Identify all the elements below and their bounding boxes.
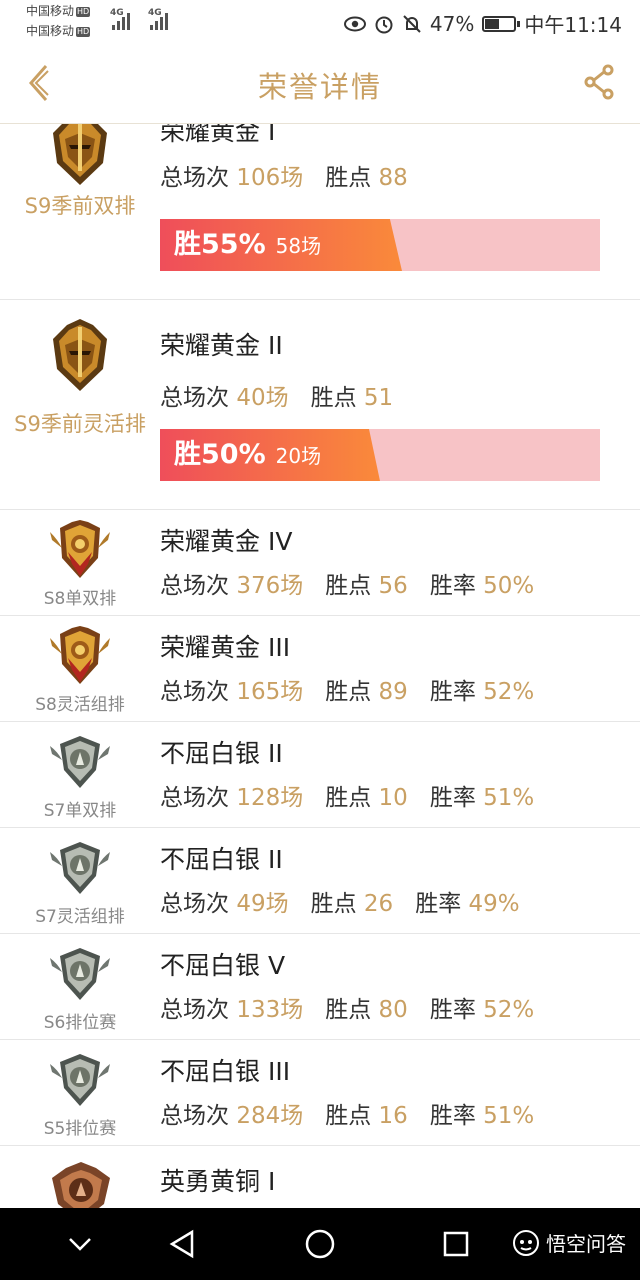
system-nav-bar: 悟空问答 — [0, 1208, 640, 1280]
stats-line: 总场次 128场 胜点 10 胜率 51% — [160, 785, 535, 811]
nav-back-button[interactable] — [164, 1226, 200, 1262]
list-item[interactable]: S7单双排 不屈白银 II 总场次 128场 胜点 10 胜率 51% — [0, 722, 640, 828]
stats-line: 总场次 376场 胜点 56 胜率 50% — [160, 573, 535, 599]
carrier-1: 中国移动 HD — [26, 4, 91, 18]
gold-helmet-badge-icon — [44, 124, 116, 190]
wukong-logo-icon — [513, 1229, 539, 1256]
list-item[interactable]: S7灵活组排 不屈白银 II 总场次 49场 胜点 26 胜率 49% — [0, 828, 640, 934]
silver-badge-icon — [46, 1048, 114, 1112]
gold-badge-icon — [46, 624, 114, 688]
stats-line: 总场次 165场 胜点 89 胜率 52% — [160, 679, 535, 705]
list-item[interactable]: S8单双排 荣耀黄金 IV 总场次 376场 胜点 56 胜率 50% — [0, 510, 640, 616]
gold-badge-icon — [46, 518, 114, 582]
mute-bell-icon — [403, 14, 421, 33]
rank-title: 不屈白银 II — [160, 845, 283, 874]
nav-recent-button[interactable] — [438, 1226, 474, 1262]
season-label: S9季前灵活排 — [14, 412, 146, 436]
list-item[interactable]: S9季前灵活排 荣耀黄金 II 总场次 40场 胜点 51 胜50% 20场 — [0, 300, 640, 510]
season-label: S5排位赛 — [43, 1119, 117, 1139]
season-label: S8单双排 — [43, 589, 117, 609]
share-button[interactable] — [584, 64, 620, 104]
carrier-2: 中国移动 HD — [26, 24, 91, 38]
silver-badge-icon — [46, 942, 114, 1006]
nav-home-icon — [305, 1229, 335, 1259]
rank-title: 英勇黄铜 I — [160, 1167, 276, 1196]
win-rate-text: 胜50% 20场 — [174, 439, 322, 470]
season-label: S7灵活组排 — [35, 907, 125, 927]
stats-line: 总场次 106场 胜点 88 — [160, 165, 408, 191]
battery-icon — [482, 15, 521, 32]
eye-icon — [343, 16, 366, 31]
rank-title: 不屈白银 II — [160, 739, 283, 768]
season-label: S7单双排 — [43, 801, 117, 821]
rank-title: 不屈白银 V — [160, 951, 286, 980]
list-item[interactable]: S5排位赛 不屈白银 III 总场次 284场 胜点 16 胜率 51% — [0, 1040, 640, 1146]
battery-percent: 47% — [429, 11, 475, 36]
rank-title: 荣耀黄金 II — [160, 331, 283, 360]
bronze-badge-icon — [46, 1156, 116, 1208]
list-item[interactable]: 英勇黄铜 I — [0, 1146, 640, 1208]
honor-list[interactable]: S9季前双排 荣耀黄金 I 总场次 106场 胜点 88 胜55% 58场 S9季前… — [0, 124, 640, 1208]
signal-icon-2: 4G — [148, 8, 168, 30]
stats-line: 总场次 284场 胜点 16 胜率 51% — [160, 1103, 535, 1129]
signal-icon-1: 4G — [110, 8, 130, 30]
rank-title: 荣耀黄金 I — [160, 124, 276, 146]
win-rate-bar: 胜50% 20场 — [160, 429, 600, 481]
app-header: 荣誉详情 — [0, 44, 640, 124]
stats-line: 总场次 40场 胜点 51 — [160, 385, 394, 411]
status-bar: 中国移动 HD 中国移动 HD 4G 4G 47% 中午11:14 — [0, 0, 640, 44]
gold-helmet-badge-icon — [44, 316, 116, 396]
rank-title: 荣耀黄金 III — [160, 633, 291, 662]
silver-badge-icon — [46, 730, 114, 794]
silver-badge-icon — [46, 836, 114, 900]
list-item[interactable]: S6排位赛 不屈白银 V 总场次 133场 胜点 80 胜率 52% — [0, 934, 640, 1040]
list-item[interactable]: S9季前双排 荣耀黄金 I 总场次 106场 胜点 88 胜55% 58场 — [0, 124, 640, 300]
season-label: S8灵活组排 — [35, 695, 125, 715]
win-rate-bar: 胜55% 58场 — [160, 219, 600, 271]
season-label: S6排位赛 — [43, 1013, 117, 1033]
nav-collapse-button[interactable] — [62, 1226, 98, 1262]
clock: 中午11:14 — [524, 13, 622, 37]
stats-line: 总场次 133场 胜点 80 胜率 52% — [160, 997, 535, 1023]
nav-recent-icon — [443, 1231, 469, 1257]
win-rate-text: 胜55% 58场 — [174, 229, 322, 260]
share-icon — [584, 64, 614, 100]
season-label: S9季前双排 — [24, 194, 136, 218]
nav-collapse-icon — [69, 1238, 91, 1251]
rank-title: 不屈白银 III — [160, 1057, 291, 1086]
page-title: 荣誉详情 — [257, 70, 382, 104]
stats-line: 总场次 49场 胜点 26 胜率 49% — [160, 891, 520, 917]
alarm-icon — [375, 16, 393, 33]
status-right: 47% 中午11:14 — [343, 9, 622, 38]
nav-back-icon — [169, 1229, 194, 1259]
nav-home-button[interactable] — [302, 1226, 338, 1262]
list-item[interactable]: S8灵活组排 荣耀黄金 III 总场次 165场 胜点 89 胜率 52% — [0, 616, 640, 722]
rank-title: 荣耀黄金 IV — [160, 527, 293, 556]
watermark: 悟空问答 — [512, 1228, 626, 1257]
